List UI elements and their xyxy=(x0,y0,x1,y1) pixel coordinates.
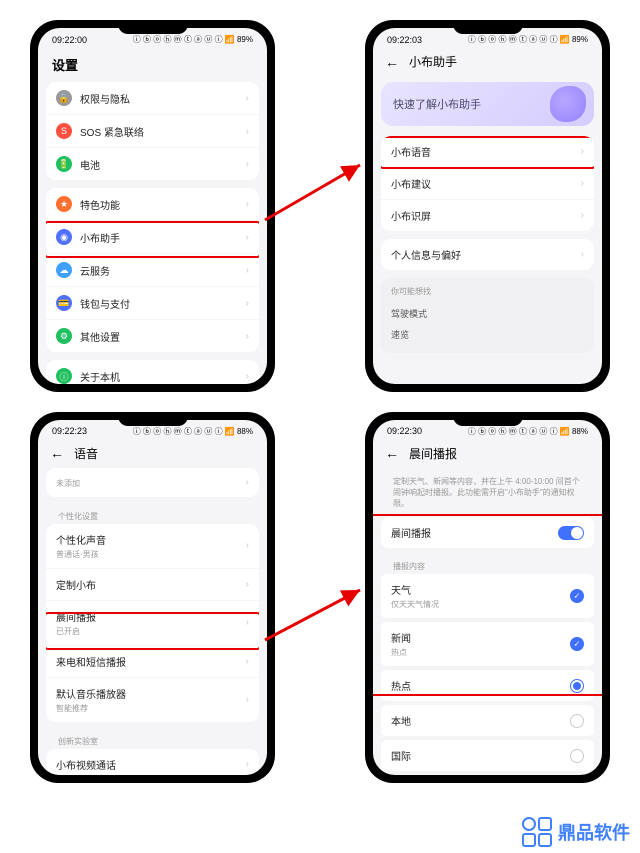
chevron-icon: › xyxy=(246,199,249,210)
phone-morning: 09:22:30ⓘ ⓑ ⓞ ⓗ ⓜ ⓣ ⓐ ⓤ ⓘ 📶 88% ←晨间播报 定制… xyxy=(365,412,610,784)
chevron-icon: › xyxy=(246,579,249,590)
chevron-icon: › xyxy=(246,617,249,628)
list-item[interactable]: 来电和短信播报› xyxy=(46,646,259,678)
list-item[interactable]: ⚙其他设置› xyxy=(46,320,259,352)
page-title: 设置 xyxy=(38,47,267,82)
header: ←晨间播报 xyxy=(373,439,602,468)
section-header: 个性化设置 xyxy=(46,505,259,524)
list-item[interactable]: 个人信息与偏好› xyxy=(381,239,594,270)
notch xyxy=(453,412,523,426)
list-item[interactable]: ⓘ关于本机› xyxy=(46,360,259,384)
section-header: 播报内容 xyxy=(381,555,594,574)
back-icon[interactable]: ← xyxy=(50,445,64,461)
item-icon: S xyxy=(56,123,72,139)
item-icon: ⓘ xyxy=(56,368,72,384)
chevron-icon: › xyxy=(581,249,584,260)
suggestions: 你可能想找 驾驶模式速览 xyxy=(381,278,594,353)
chevron-icon: › xyxy=(246,759,249,770)
phone-assistant: 09:22:03ⓘ ⓑ ⓞ ⓗ ⓜ ⓣ ⓐ ⓤ ⓘ 📶 89% ←小布助手 快速… xyxy=(365,20,610,392)
notch xyxy=(118,20,188,34)
option-row[interactable]: 天气仅天天气情况 xyxy=(381,574,594,619)
back-icon[interactable]: ← xyxy=(385,445,399,461)
list-item[interactable]: ☁云服务› xyxy=(46,254,259,287)
suggest-item[interactable]: 驾驶模式 xyxy=(391,303,584,324)
list-item[interactable]: 小布建议› xyxy=(381,168,594,200)
section-header: 创新实验室 xyxy=(46,730,259,749)
list-item[interactable]: 小布语音› xyxy=(381,136,594,168)
chevron-icon: › xyxy=(246,93,249,104)
check-icon[interactable] xyxy=(570,589,584,603)
phone-voice: 09:22:23ⓘ ⓑ ⓞ ⓗ ⓜ ⓣ ⓐ ⓤ ⓘ 📶 88% ←语音 未添加›… xyxy=(30,412,275,784)
description: 定制天气、新闻等内容，并在上午 4:00-10:00 间首个闹钟响起时播报。此功… xyxy=(381,468,594,518)
list-item[interactable]: 定制小布› xyxy=(46,569,259,601)
chevron-icon: › xyxy=(246,371,249,382)
banner[interactable]: 快速了解小布助手 xyxy=(381,82,594,126)
list-item[interactable]: 个性化声音普通话·男孩› xyxy=(46,524,259,569)
chevron-icon: › xyxy=(246,265,249,276)
list-item[interactable]: 未添加› xyxy=(46,468,259,497)
option-row[interactable]: 新闻热点 xyxy=(381,622,594,667)
list-item[interactable]: 晨间播报已开启› xyxy=(46,601,259,646)
list-item[interactable]: 小布识屏› xyxy=(381,200,594,231)
notch xyxy=(118,412,188,426)
item-icon: 🔋 xyxy=(56,156,72,172)
list-item[interactable]: 🔒权限与隐私› xyxy=(46,82,259,115)
phone-settings: 09:22:00ⓘ ⓑ ⓞ ⓗ ⓜ ⓣ ⓐ ⓤ ⓘ 📶 89% 设置 🔒权限与隐… xyxy=(30,20,275,392)
suggest-item[interactable]: 速览 xyxy=(391,324,584,345)
chevron-icon: › xyxy=(581,178,584,189)
chevron-icon: › xyxy=(246,232,249,243)
item-icon: 💳 xyxy=(56,295,72,311)
toggle-switch[interactable] xyxy=(558,526,584,540)
option-row[interactable]: 国际 xyxy=(381,740,594,772)
header: ←小布助手 xyxy=(373,47,602,76)
notch xyxy=(453,20,523,34)
list-item[interactable]: 默认音乐播放器智能推荐› xyxy=(46,678,259,722)
check-icon[interactable] xyxy=(570,637,584,651)
list-item[interactable]: ◉小布助手› xyxy=(46,221,259,254)
back-icon[interactable]: ← xyxy=(385,54,399,70)
item-icon: 🔒 xyxy=(56,90,72,106)
chevron-icon: › xyxy=(246,331,249,342)
radio-icon[interactable] xyxy=(570,679,584,693)
watermark: 鼎品软件 xyxy=(522,817,630,847)
item-icon: ★ xyxy=(56,196,72,212)
chevron-icon: › xyxy=(246,540,249,551)
radio-icon[interactable] xyxy=(570,749,584,763)
list-item[interactable]: 小布视频通话› xyxy=(46,749,259,776)
item-icon: ⚙ xyxy=(56,328,72,344)
list-item[interactable]: 💳钱包与支付› xyxy=(46,287,259,320)
option-row[interactable]: 本地 xyxy=(381,705,594,737)
list-item[interactable]: ★特色功能› xyxy=(46,188,259,221)
toggle-row[interactable]: 晨间播报 xyxy=(381,517,594,549)
chevron-icon: › xyxy=(581,210,584,221)
chevron-icon: › xyxy=(246,656,249,667)
chevron-icon: › xyxy=(246,126,249,137)
radio-icon[interactable] xyxy=(570,714,584,728)
chevron-icon: › xyxy=(246,159,249,170)
chevron-icon: › xyxy=(246,694,249,705)
option-row[interactable]: 热点 xyxy=(381,670,594,702)
chevron-icon: › xyxy=(581,146,584,157)
header: ←语音 xyxy=(38,439,267,468)
chevron-icon: › xyxy=(246,298,249,309)
list-item[interactable]: SSOS 紧急联络› xyxy=(46,115,259,148)
list-item[interactable]: 🔋电池› xyxy=(46,148,259,180)
item-icon: ◉ xyxy=(56,229,72,245)
item-icon: ☁ xyxy=(56,262,72,278)
